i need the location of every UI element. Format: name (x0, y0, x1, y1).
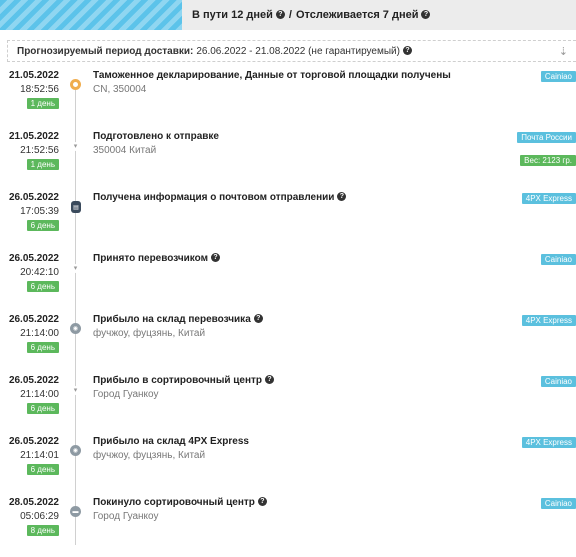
help-icon[interactable]: ? (421, 9, 431, 19)
event-title: Прибыло на склад 4PX Express (93, 436, 249, 447)
event-date: 26.05.2022 (8, 436, 59, 447)
help-icon[interactable]: ? (253, 313, 263, 323)
event-title: Получена информация о почтовом отправлен… (93, 191, 347, 203)
delivery-forecast: Прогнозируемый период доставки: 26.06.20… (7, 40, 576, 62)
weight-badge: Вес: 2123 гр. (520, 155, 576, 166)
help-icon[interactable]: ? (257, 496, 267, 506)
carrier-badge: 4PX Express (521, 437, 576, 448)
event-time: 20:42:10 (20, 267, 59, 278)
event-location: 350004 Китай (93, 145, 157, 156)
help-icon[interactable]: ? (402, 45, 412, 55)
event-title: Подготовлено к отправке (93, 131, 219, 142)
event-location: Город Гуанкоу (93, 389, 159, 400)
carrier-badge: 4PX Express (521, 315, 576, 326)
carrier-badge: 4PX Express (521, 193, 576, 204)
event-location: фучжоу, фуцзянь, Китай (93, 450, 206, 461)
event-date: 26.05.2022 (8, 375, 59, 386)
event-location: CN, 350004 (93, 84, 147, 95)
event-day-badge: 6 день (26, 403, 59, 414)
event-day-badge: 8 день (26, 525, 59, 536)
timeline-event: 26.05.2022 21:14:00 6 день ◉ Прибыло на … (0, 313, 576, 374)
status-info: В пути 12 дней ? / Отслеживается 7 дней … (182, 0, 576, 30)
event-title: Принято перевозчиком? (93, 252, 221, 264)
document-icon: ▤ (71, 201, 81, 213)
event-date: 26.05.2022 (8, 192, 59, 203)
timeline-event: 26.05.2022 20:42:10 6 день ▾ Принято пер… (0, 252, 576, 313)
event-time: 21:14:00 (20, 328, 59, 339)
in-transit-text: В пути 12 дней (192, 9, 273, 21)
progress-stripes (0, 0, 182, 30)
separator: / (288, 9, 292, 21)
event-date: 26.05.2022 (8, 314, 59, 325)
event-title: Покинуло сортировочный центр? (93, 496, 267, 508)
event-day-badge: 1 день (26, 98, 59, 109)
event-day-badge: 6 день (26, 464, 59, 475)
carrier-badge: Почта России (517, 132, 576, 143)
event-location: фучжоу, фуцзянь, Китай (93, 328, 206, 339)
event-title: Прибыло на склад перевозчика? (93, 313, 263, 325)
carrier-badge: Cainiao (540, 254, 576, 265)
event-date: 21.05.2022 (8, 131, 59, 142)
event-time: 21:14:00 (20, 389, 59, 400)
arrow-down-icon: ▾ (71, 264, 80, 273)
event-time: 18:52:56 (20, 84, 59, 95)
event-date: 28.05.2022 (8, 497, 59, 508)
event-location: Город Гуанкоу (93, 511, 159, 522)
forecast-period: 26.06.2022 - 21.08.2022 (не гарантируемы… (196, 45, 400, 57)
event-date: 21.05.2022 (8, 70, 59, 81)
help-icon[interactable]: ? (337, 191, 347, 201)
warehouse-icon: ◉ (70, 323, 81, 334)
arrow-down-icon: ▾ (71, 386, 80, 395)
tracked-text: Отслеживается 7 дней (295, 9, 419, 21)
forecast-label: Прогнозируемый период доставки: (17, 45, 194, 57)
event-time: 21:52:56 (20, 145, 59, 156)
carrier-badge: Cainiao (540, 376, 576, 387)
warehouse-icon: ◉ (70, 445, 81, 456)
event-title: Таможенное декларирование, Данные от тор… (93, 70, 451, 81)
arrow-down-icon: ▾ (71, 142, 80, 151)
event-title: Прибыло в сортировочный центр? (93, 374, 275, 386)
help-icon[interactable]: ? (211, 252, 221, 262)
timeline-event: 26.05.2022 21:14:00 6 день ▾ Прибыло в с… (0, 374, 576, 435)
event-day-badge: 6 день (26, 220, 59, 231)
event-time: 21:14:01 (20, 450, 59, 461)
timeline-event: 21.05.2022 21:52:56 1 день ▾ Подготовлен… (0, 131, 576, 191)
timeline-event: 21.05.2022 18:52:56 1 день Таможенное де… (0, 70, 576, 130)
timeline-event: 28.05.2022 05:06:29 8 день ▬ Покинуло со… (0, 496, 576, 557)
status-bar: В пути 12 дней ? / Отслеживается 7 дней … (0, 0, 576, 30)
help-icon[interactable]: ? (265, 374, 275, 384)
truck-icon: ▬ (70, 506, 81, 517)
event-day-badge: 1 день (26, 159, 59, 170)
sort-icon[interactable]: ⇣ (559, 45, 568, 58)
customs-icon (70, 79, 81, 90)
timeline-event: 26.05.2022 17:05:39 6 день ▤ Получена ин… (0, 191, 576, 252)
carrier-badge: Cainiao (540, 71, 576, 82)
event-time: 05:06:29 (20, 511, 59, 522)
help-icon[interactable]: ? (275, 9, 285, 19)
event-day-badge: 6 день (26, 281, 59, 292)
event-day-badge: 6 день (26, 342, 59, 353)
event-date: 26.05.2022 (8, 253, 59, 264)
timeline-event: 26.05.2022 21:14:01 6 день ◉ Прибыло на … (0, 436, 576, 496)
event-time: 17:05:39 (20, 206, 59, 217)
carrier-badge: Cainiao (540, 498, 576, 509)
